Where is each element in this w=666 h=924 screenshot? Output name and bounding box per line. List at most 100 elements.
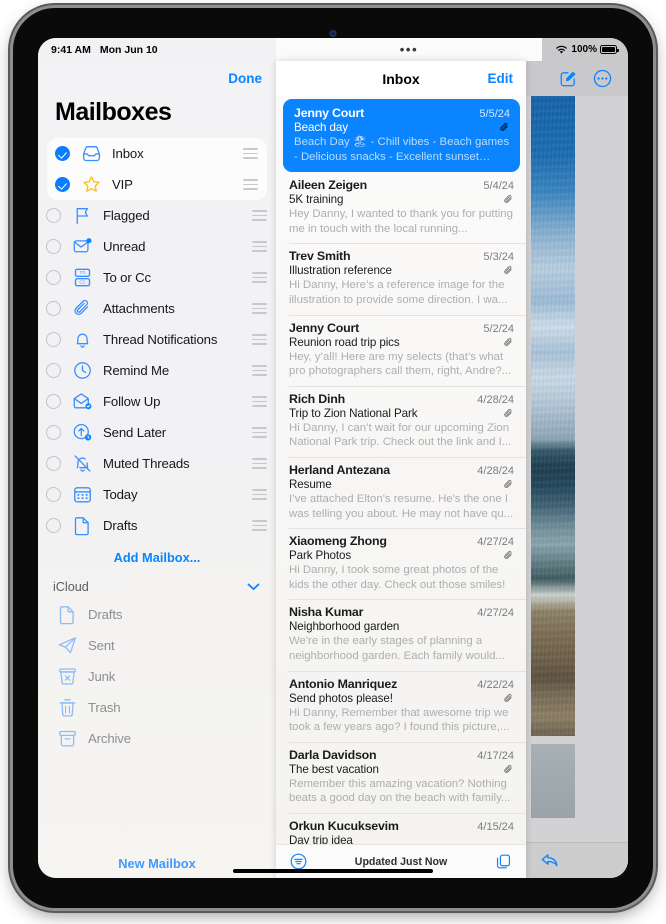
- mailbox-checkbox[interactable]: [46, 239, 61, 254]
- message-list-item[interactable]: Aileen Zeigen 5/4/24 5K training Hey Danny,…: [276, 172, 526, 243]
- mailbox-checkbox[interactable]: [46, 456, 61, 471]
- junk-bin-icon: [55, 666, 80, 687]
- sidebar-scroll[interactable]: Inbox VIP Flagged Unread TO CC To or Cc Attachm…: [38, 138, 276, 856]
- mailbox-checkbox[interactable]: [46, 518, 61, 533]
- message-preview: Hi Danny, I can’t wait for our upcoming …: [289, 421, 512, 449]
- message-sender: Orkun Kucuksevim: [289, 818, 399, 833]
- message-list-item[interactable]: Trev Smith 5/3/24 Illustration reference Hi…: [276, 243, 526, 314]
- multitask-grabber[interactable]: •••: [276, 38, 542, 61]
- attachment-thumbnail[interactable]: [531, 744, 575, 818]
- sidebar-item-follow-up[interactable]: Follow Up: [38, 386, 276, 417]
- sidebar-item-attachments[interactable]: Attachments: [38, 293, 276, 324]
- more-ellipsis-circle-icon[interactable]: [593, 69, 612, 88]
- sidebar-item-remind-me[interactable]: Remind Me: [38, 355, 276, 386]
- message-sender: Jenny Court: [294, 106, 365, 120]
- message-preview: Beach Day 🏖 - Chill vibes - Beach games …: [294, 136, 510, 163]
- paperclip-icon: [504, 693, 512, 702]
- sidebar-item-label: Send Later: [103, 425, 167, 440]
- mailbox-checkbox[interactable]: [46, 394, 61, 409]
- mailbox-checkbox[interactable]: [55, 177, 70, 192]
- mailbox-checkbox[interactable]: [46, 301, 61, 316]
- mailbox-checkbox[interactable]: [46, 425, 61, 440]
- message-list-item[interactable]: Antonio Manriquez 4/22/24 Send photos plea…: [276, 670, 526, 742]
- sidebar-item-label: Flagged: [103, 208, 150, 223]
- drag-handle-icon[interactable]: [252, 303, 267, 314]
- drag-handle-icon[interactable]: [252, 396, 267, 407]
- drag-handle-icon[interactable]: [252, 272, 267, 283]
- message-list-item[interactable]: Nisha Kumar 4/27/24 Neighborhood garden We'…: [276, 599, 526, 670]
- sidebar-folder-sent[interactable]: Sent: [38, 630, 276, 661]
- message-date: 5/3/24: [483, 251, 514, 264]
- sidebar-item-inbox[interactable]: Inbox: [47, 138, 267, 169]
- filter-lines-circle-icon[interactable]: [290, 853, 307, 870]
- sidebar-folder-label: Archive: [88, 731, 131, 746]
- ipad-device-frame: 9:41 AM Mon Jun 10 ••• 100% Done Mailbox…: [13, 8, 653, 908]
- message-list-item[interactable]: Darla Davidson 4/17/24 The best vacation Re…: [276, 741, 526, 813]
- stack-copy-icon[interactable]: [495, 853, 512, 870]
- paperclip-icon: [70, 298, 95, 319]
- message-header-row: Herland Antezana 4/28/24: [289, 463, 514, 477]
- sidebar-item-muted-threads[interactable]: Muted Threads: [38, 448, 276, 479]
- svg-text:TO: TO: [80, 270, 87, 275]
- sidebar-item-drafts[interactable]: Drafts: [38, 510, 276, 541]
- add-mailbox-button[interactable]: Add Mailbox...: [38, 541, 276, 572]
- message-subject-row: The best vacation: [289, 763, 514, 776]
- mailbox-checkbox[interactable]: [46, 332, 61, 347]
- done-button[interactable]: Done: [228, 71, 262, 86]
- message-subject: Park Photos: [289, 549, 352, 563]
- message-list-scroll[interactable]: Jenny Court 5/5/24 Beach day Beach Day 🏖 - …: [276, 96, 526, 844]
- drag-handle-icon[interactable]: [252, 241, 267, 252]
- chevron-down-icon[interactable]: [247, 583, 260, 591]
- account-section-header[interactable]: iCloud: [38, 572, 276, 599]
- mailbox-checkbox[interactable]: [46, 270, 61, 285]
- drag-handle-icon[interactable]: [252, 210, 267, 221]
- message-header-row: Nisha Kumar 4/27/24: [289, 605, 514, 619]
- drag-handle-icon[interactable]: [252, 520, 267, 531]
- drag-handle-icon[interactable]: [243, 179, 258, 190]
- message-date: 5/2/24: [483, 322, 514, 335]
- send-later-clock-icon: [70, 422, 95, 443]
- edit-button[interactable]: Edit: [488, 71, 514, 86]
- sidebar-folder-trash[interactable]: Trash: [38, 692, 276, 723]
- drag-handle-icon[interactable]: [252, 458, 267, 469]
- sidebar-folder-drafts[interactable]: Drafts: [38, 599, 276, 630]
- message-date: 4/22/24: [477, 678, 514, 691]
- mailbox-checkbox[interactable]: [46, 208, 61, 223]
- drag-handle-icon[interactable]: [252, 365, 267, 376]
- sidebar-item-thread-notifications[interactable]: Thread Notifications: [38, 324, 276, 355]
- mailbox-checkbox[interactable]: [55, 146, 70, 161]
- paperclip-icon: [504, 266, 512, 275]
- message-list-item[interactable]: Xiaomeng Zhong 4/27/24 Park Photos Hi Danny…: [276, 528, 526, 599]
- message-subject: Illustration reference: [289, 264, 392, 278]
- sidebar-item-label: To or Cc: [103, 270, 151, 285]
- sidebar-item-vip[interactable]: VIP: [47, 169, 267, 200]
- message-header-row: Jenny Court 5/2/24: [289, 321, 514, 335]
- new-mailbox-button[interactable]: New Mailbox: [38, 856, 276, 878]
- sidebar-item-flagged[interactable]: Flagged: [38, 200, 276, 231]
- message-list-item[interactable]: Rich Dinh 4/28/24 Trip to Zion National Pa…: [276, 385, 526, 457]
- message-date: 5/4/24: [483, 180, 514, 193]
- sidebar-item-send-later[interactable]: Send Later: [38, 417, 276, 448]
- sidebar-folder-junk[interactable]: Junk: [38, 661, 276, 692]
- sidebar-item-unread[interactable]: Unread: [38, 231, 276, 262]
- sidebar-item-today[interactable]: Today: [38, 479, 276, 510]
- message-list-item[interactable]: Jenny Court 5/2/24 Reunion road trip pics H…: [276, 314, 526, 386]
- drag-handle-icon[interactable]: [252, 427, 267, 438]
- message-list-item[interactable]: Orkun Kucuksevim4/15/24Day trip ideaHell…: [276, 812, 526, 844]
- mailbox-checkbox[interactable]: [46, 363, 61, 378]
- compose-pencil-square-icon[interactable]: [559, 69, 578, 88]
- message-date: 5/5/24: [479, 108, 510, 120]
- drag-handle-icon[interactable]: [252, 489, 267, 500]
- mailbox-checkbox[interactable]: [46, 487, 61, 502]
- mailbox-title: Inbox: [382, 70, 420, 87]
- reply-arrow-icon[interactable]: [540, 852, 560, 869]
- message-list-item[interactable]: Herland Antezana 4/28/24 Resume I’ve attach…: [276, 456, 526, 528]
- status-bar-left: 9:41 AM Mon Jun 10: [38, 38, 276, 61]
- message-list-item[interactable]: Jenny Court 5/5/24 Beach day Beach Day 🏖 - …: [283, 99, 520, 173]
- drag-handle-icon[interactable]: [252, 334, 267, 345]
- drag-handle-icon[interactable]: [243, 148, 258, 159]
- sidebar-folder-archive[interactable]: Archive: [38, 723, 276, 754]
- sidebar-folder-label: Junk: [88, 669, 116, 684]
- paperclip-icon: [504, 408, 512, 417]
- sidebar-item-to-or-cc[interactable]: TO CC To or Cc: [38, 262, 276, 293]
